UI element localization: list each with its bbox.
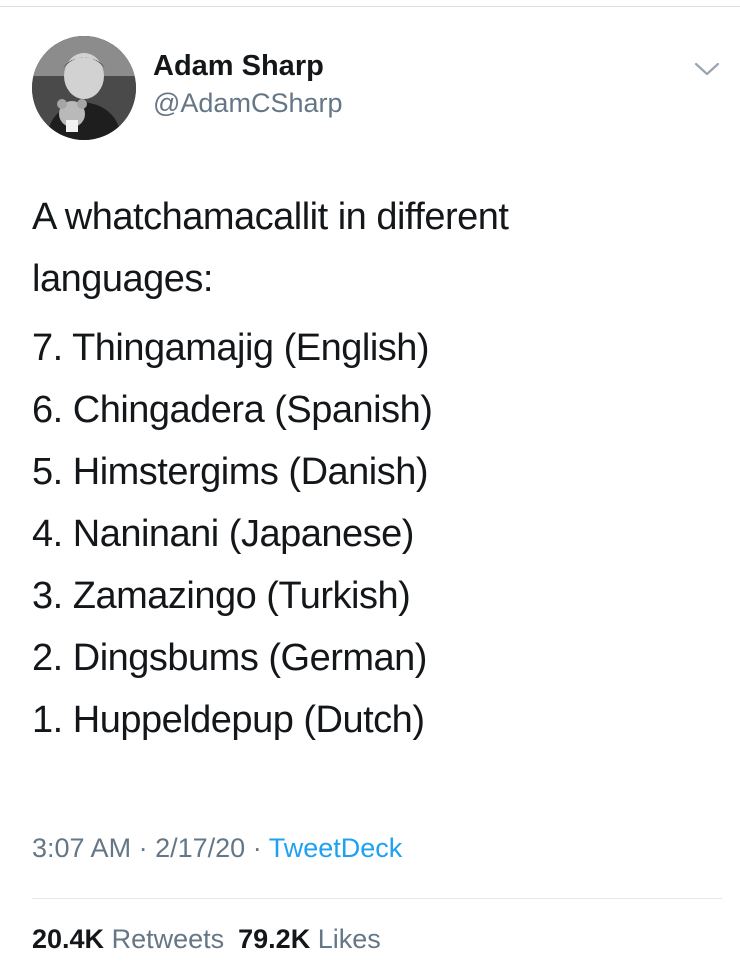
tweet-metadata: 3:07 AM · 2/17/20 · TweetDeck: [32, 833, 402, 864]
retweets-stat[interactable]: 20.4K Retweets: [32, 924, 224, 954]
meta-separator: ·: [138, 833, 148, 863]
list-item: 6. Chingadera (Spanish): [32, 389, 433, 431]
engagement-stats: 20.4K Retweets 79.2K Likes: [32, 924, 381, 955]
list-item: 2. Dingsbums (German): [32, 637, 427, 679]
avatar-photo-icon: [32, 36, 136, 140]
likes-label: Likes: [317, 924, 381, 954]
tweet-date[interactable]: 2/17/20: [155, 833, 245, 863]
list-item: 5. Himstergims (Danish): [32, 451, 429, 493]
tweet-source-link[interactable]: TweetDeck: [269, 833, 403, 863]
top-divider: [0, 6, 740, 7]
retweets-count: 20.4K: [32, 924, 105, 954]
author-handle[interactable]: @AdamCSharp: [153, 88, 343, 119]
stats-divider: [32, 898, 722, 899]
tweet-time[interactable]: 3:07 AM: [32, 833, 131, 863]
list-item: 7. Thingamajig (English): [32, 327, 430, 369]
tweet-body: A whatchamacallit in different languages…: [32, 186, 712, 751]
more-options-button[interactable]: [692, 58, 722, 80]
likes-count: 79.2K: [238, 924, 311, 954]
author-display-name[interactable]: Adam Sharp: [153, 50, 324, 83]
retweets-label: Retweets: [111, 924, 225, 954]
likes-stat[interactable]: 79.2K Likes: [238, 924, 381, 954]
tweet-intro: A whatchamacallit in different languages…: [32, 186, 712, 310]
tweet-intro-line: A whatchamacallit in different: [32, 196, 509, 238]
meta-separator: ·: [252, 833, 262, 863]
tweet-intro-line: languages:: [32, 258, 213, 300]
author-avatar[interactable]: [32, 36, 136, 140]
chevron-down-icon: [694, 62, 720, 76]
list-item: 3. Zamazingo (Turkish): [32, 575, 411, 617]
list-item: 1. Huppeldepup (Dutch): [32, 699, 425, 741]
list-item: 4. Naninani (Japanese): [32, 513, 414, 555]
